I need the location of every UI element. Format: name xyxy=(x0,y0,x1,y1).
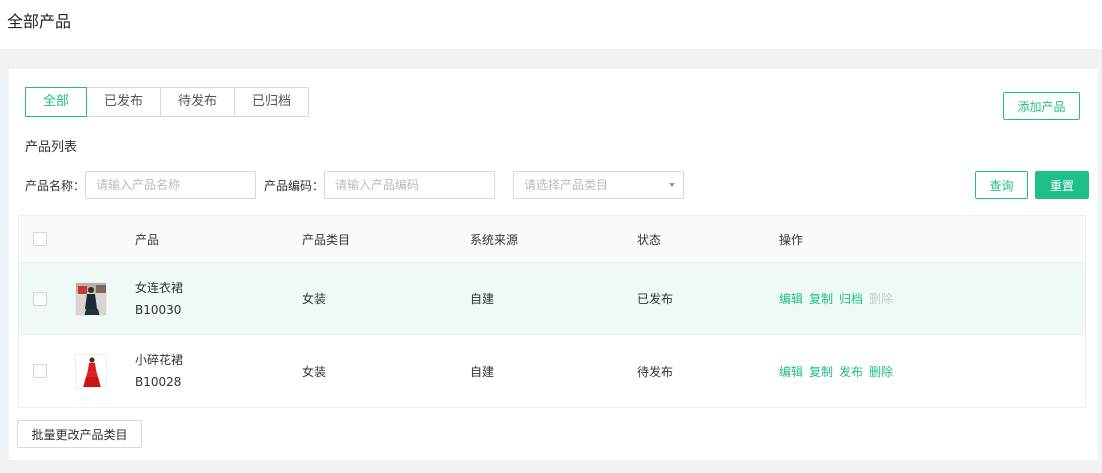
table-row: 小碎花裙 B10028 女装 自建 待发布 编辑 复制 发布 删除 xyxy=(19,335,1085,407)
page-title: 全部产品 xyxy=(7,12,72,31)
row-checkbox[interactable] xyxy=(33,291,47,306)
product-code-input[interactable] xyxy=(324,171,496,199)
product-code-filter: 产品编码： xyxy=(264,171,496,199)
product-name: 小碎花裙 xyxy=(135,353,184,367)
query-button[interactable]: 查询 xyxy=(975,171,1028,199)
reset-button[interactable]: 重置 xyxy=(1035,171,1089,199)
column-header-category: 产品类目 xyxy=(302,232,351,247)
product-code-label: 产品编码： xyxy=(264,178,325,193)
edit-link[interactable]: 编辑 xyxy=(779,290,803,307)
archive-link[interactable]: 归档 xyxy=(839,290,863,307)
product-category: 女装 xyxy=(302,292,327,306)
batch-change-category-button[interactable]: 批量更改产品类目 xyxy=(17,420,142,448)
add-product-button[interactable]: 添加产品 xyxy=(1003,92,1080,120)
product-status: 待发布 xyxy=(637,364,674,379)
product-name-input[interactable] xyxy=(85,171,257,199)
row-checkbox[interactable] xyxy=(33,364,47,378)
product-table: 产品 产品类目 系统来源 状态 操作 女连衣裙 B10030 女装 自建 已发布… xyxy=(18,215,1086,408)
column-header-source: 系统来源 xyxy=(470,232,519,247)
tab-archived[interactable]: 已归档 xyxy=(234,87,310,117)
product-name: 女连衣裙 xyxy=(135,280,184,295)
delete-link: 删除 xyxy=(869,292,894,306)
column-header-status: 状态 xyxy=(637,232,662,247)
copy-link[interactable]: 复制 xyxy=(809,363,833,380)
category-select[interactable]: 请选择产品类目 xyxy=(513,171,684,199)
copy-link[interactable]: 复制 xyxy=(809,290,833,307)
product-source: 自建 xyxy=(470,364,495,379)
delete-link[interactable]: 删除 xyxy=(869,363,893,380)
row-actions: 编辑 复制 发布 删除 xyxy=(779,335,899,407)
tab-all[interactable]: 全部 xyxy=(25,87,88,117)
row-actions: 编辑 复制 归档 删除 xyxy=(779,263,899,334)
chevron-down-icon xyxy=(669,183,675,187)
product-status: 已发布 xyxy=(637,292,674,306)
publish-link[interactable]: 发布 xyxy=(839,363,863,380)
product-thumbnail xyxy=(75,354,107,388)
page-header: 全部产品 xyxy=(0,0,1102,49)
product-name-label: 产品名称： xyxy=(25,178,86,193)
product-panel: 全部 已发布 待发布 已归档 添加产品 产品列表 产品名称： 产品编码： 请选择… xyxy=(9,69,1098,460)
table-row: 女连衣裙 B10030 女装 自建 已发布 编辑 复制 归档 删除 xyxy=(19,263,1085,335)
product-source: 自建 xyxy=(470,292,495,306)
product-code: B10028 xyxy=(135,375,182,389)
column-header-actions: 操作 xyxy=(779,232,804,247)
product-name-filter: 产品名称： xyxy=(25,171,257,199)
edit-link[interactable]: 编辑 xyxy=(779,363,803,380)
product-thumbnail xyxy=(75,281,107,316)
column-header-product: 产品 xyxy=(135,232,160,247)
status-tabs: 全部 已发布 待发布 已归档 xyxy=(25,87,310,117)
tab-pending[interactable]: 待发布 xyxy=(160,87,236,117)
product-category: 女装 xyxy=(302,364,327,379)
select-all-checkbox[interactable] xyxy=(33,232,47,246)
product-code: B10030 xyxy=(135,302,182,317)
section-title: 产品列表 xyxy=(25,140,78,155)
tab-published[interactable]: 已发布 xyxy=(86,87,162,117)
category-select-placeholder: 请选择产品类目 xyxy=(524,178,609,192)
table-header: 产品 产品类目 系统来源 状态 操作 xyxy=(19,216,1085,263)
